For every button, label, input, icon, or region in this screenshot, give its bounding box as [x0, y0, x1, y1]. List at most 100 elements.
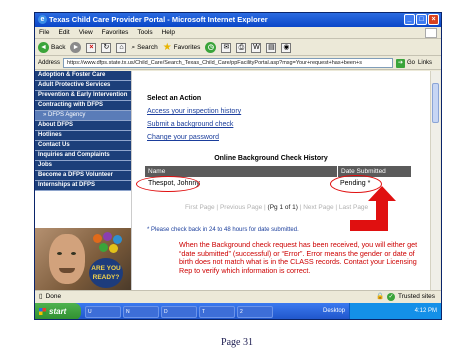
sidebar-item[interactable]: Inquiries and Complaints	[35, 151, 131, 161]
sidebar-item[interactable]: Prevention & Early Intervention	[35, 91, 131, 101]
task-item[interactable]: 2	[237, 305, 273, 318]
menu-edit[interactable]: Edit	[58, 27, 69, 38]
favorites-label: Favorites	[173, 44, 201, 51]
promo-image[interactable]: ARE YOU READY?	[35, 228, 131, 290]
link-submit-background-check[interactable]: Submit a background check	[147, 121, 233, 128]
page-icon: ▯	[39, 293, 43, 300]
toolbar: ◄ Back ► × ↻ ⌂ ⌕ Search ★ Favorites ◷ ✉ …	[35, 40, 441, 56]
star-icon: ★	[162, 41, 172, 53]
pager-next[interactable]: Next Page	[303, 204, 333, 211]
go-label: Go	[407, 59, 416, 66]
start-button[interactable]: start	[35, 303, 81, 319]
links-button[interactable]: Links	[418, 57, 432, 70]
section-title: Select an Action	[147, 95, 202, 102]
window-controls: _ □ ×	[404, 14, 439, 25]
menu-view[interactable]: View	[79, 27, 93, 38]
red-arrow-head	[368, 186, 396, 201]
favorites-button[interactable]: ★ Favorites	[162, 41, 201, 53]
sidebar: Adoption & Foster Care Adult Protective S…	[35, 71, 131, 290]
vertical-scrollbar[interactable]	[430, 71, 440, 290]
discuss-button[interactable]: ▤	[266, 42, 277, 53]
maximize-button[interactable]: □	[416, 14, 427, 25]
annotation-text: When the Background check request has be…	[179, 240, 418, 275]
history-button[interactable]: ◷	[205, 42, 217, 53]
sidebar-item[interactable]: Adult Protective Services	[35, 81, 131, 91]
home-button[interactable]: ⌂	[116, 42, 127, 53]
zone-label: Trusted sites	[398, 293, 435, 300]
address-label: Address	[38, 59, 61, 66]
red-arrow-shaft	[376, 200, 388, 222]
sidebar-nav: Adoption & Foster Care Adult Protective S…	[35, 71, 131, 191]
link-change-password[interactable]: Change your password	[147, 134, 219, 141]
menu-tools[interactable]: Tools	[137, 27, 152, 38]
address-bar: Address https://www.dfps.state.tx.us/Chi…	[35, 57, 441, 70]
ie-icon: e	[38, 15, 47, 24]
title-bar: e Texas Child Care Provider Portal - Mic…	[35, 13, 441, 27]
pending-note: * Please check back in 24 to 48 hours fo…	[147, 227, 299, 233]
trusted-sites-icon: ✓	[387, 292, 396, 301]
sidebar-item[interactable]: Contact Us	[35, 141, 131, 151]
back-label: Back	[51, 44, 66, 51]
sidebar-item[interactable]: Adoption & Foster Care	[35, 71, 131, 81]
status-bar: ▯ Done 🔒 ✓ Trusted sites	[35, 290, 441, 302]
menu-bar: File Edit View Favorites Tools Help	[35, 27, 441, 39]
back-button[interactable]: ◄ Back	[38, 42, 65, 53]
forward-button[interactable]: ►	[70, 42, 82, 53]
menu-file[interactable]: File	[39, 27, 49, 38]
pager-current: Pg 1 of 1	[269, 204, 296, 211]
status-text: Done	[45, 293, 62, 300]
history-title: Online Background Check History	[214, 155, 328, 162]
go-arrow-icon: ➔	[396, 58, 406, 68]
sidebar-item[interactable]: Contracting with DFPS	[35, 101, 131, 111]
sidebar-item[interactable]: Internships at DFPS	[35, 181, 131, 191]
menu-help[interactable]: Help	[162, 27, 175, 38]
refresh-button[interactable]: ↻	[101, 42, 112, 53]
system-tray: 4:12 PM	[349, 303, 441, 319]
main-content: Select an Action Access your inspection …	[131, 71, 431, 290]
table-header: Name Date Submitted	[145, 166, 411, 177]
pager-last[interactable]: Last Page	[339, 204, 368, 211]
lock-icon: 🔒	[375, 293, 385, 300]
red-arrow-base	[350, 220, 388, 231]
search-button[interactable]: ⌕ Search	[131, 44, 157, 52]
promo-badge: ARE YOU READY?	[89, 258, 123, 288]
sidebar-item[interactable]: Jobs	[35, 161, 131, 171]
sidebar-item[interactable]: Become a DFPS Volunteer	[35, 171, 131, 181]
sidebar-item[interactable]: Hotlines	[35, 131, 131, 141]
search-label: Search	[137, 44, 158, 51]
stop-button[interactable]: ×	[86, 42, 97, 53]
messenger-button[interactable]: ◉	[281, 42, 292, 53]
mail-button[interactable]: ✉	[221, 42, 232, 53]
edit-button[interactable]: W	[251, 42, 262, 53]
task-item[interactable]: U	[85, 305, 121, 318]
desktop-label[interactable]: Desktop	[323, 303, 345, 319]
pager: First Page | Previous Page | (Pg 1 of 1)…	[185, 204, 369, 211]
taskbar: start U N D T 2 Desktop 4:12 PM	[35, 303, 441, 319]
menu-favorites[interactable]: Favorites	[102, 27, 129, 38]
window-title: Texas Child Care Provider Portal - Micro…	[49, 15, 268, 24]
task-item[interactable]: T	[199, 305, 235, 318]
print-button[interactable]: ⎙	[236, 42, 247, 53]
back-arrow-icon: ◄	[38, 42, 49, 53]
link-inspection-history[interactable]: Access your inspection history	[147, 108, 241, 115]
browser-window: e Texas Child Care Provider Portal - Mic…	[34, 12, 442, 320]
sidebar-item[interactable]: » DFPS Agency	[35, 111, 131, 121]
clock: 4:12 PM	[414, 308, 437, 314]
address-input[interactable]: https://www.dfps.state.tx.us/Child_Care/…	[63, 58, 394, 68]
pager-previous[interactable]: Previous Page	[220, 204, 262, 211]
windows-logo-icon	[425, 28, 437, 38]
pager-first[interactable]: First Page	[185, 204, 215, 211]
sidebar-item[interactable]: About DFPS	[35, 121, 131, 131]
close-button[interactable]: ×	[428, 14, 439, 25]
page-caption: Page 31	[221, 337, 253, 348]
task-item[interactable]: D	[161, 305, 197, 318]
task-items: U N D T 2	[85, 305, 273, 318]
minimize-button[interactable]: _	[404, 14, 415, 25]
man-face-image	[49, 234, 85, 284]
highlight-circle-name	[136, 176, 200, 192]
task-item[interactable]: N	[123, 305, 159, 318]
go-button[interactable]: ➔ Go	[396, 57, 415, 70]
logo-dots	[93, 232, 123, 254]
scroll-thumb[interactable]	[432, 83, 439, 123]
search-icon: ⌕	[131, 43, 136, 51]
